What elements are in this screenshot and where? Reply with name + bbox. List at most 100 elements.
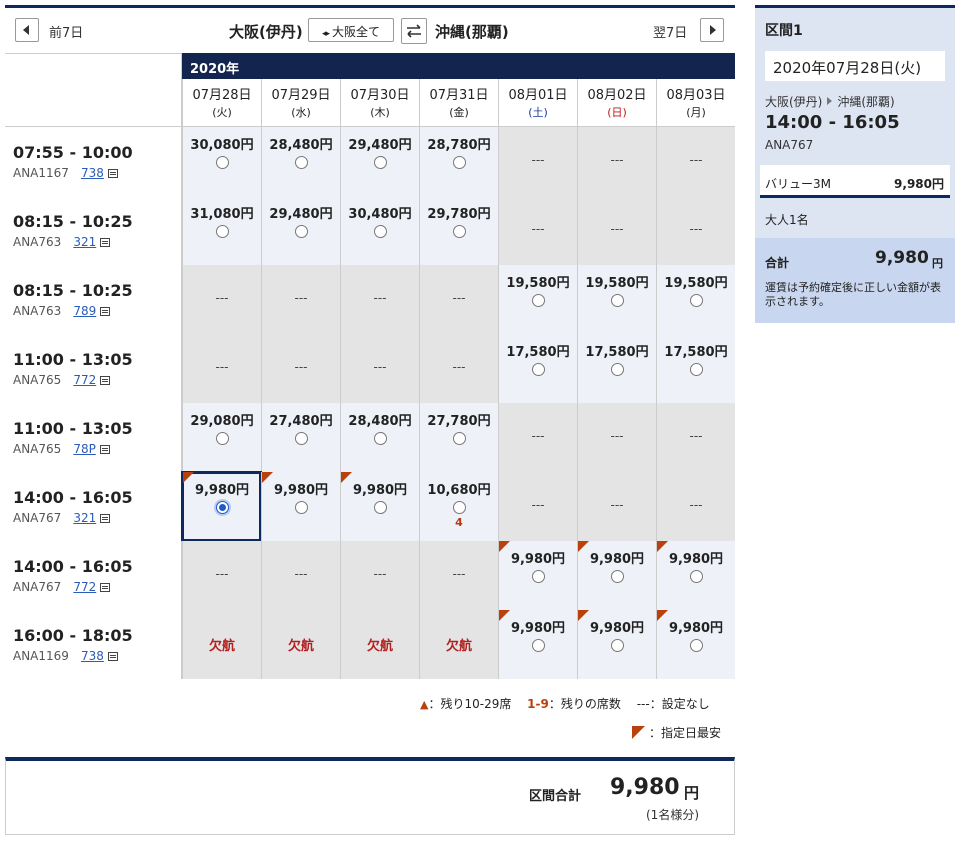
unavailable-cell: ---: [419, 334, 498, 403]
fare-radio[interactable]: [531, 294, 545, 307]
flight-time: 07:55 - 10:00: [13, 143, 133, 162]
fare-cell[interactable]: 10,680円 4: [419, 472, 498, 541]
fare-cell[interactable]: 28,780円: [419, 127, 498, 196]
aircraft-type-link[interactable]: 772: [73, 373, 96, 387]
fare-price: 9,980円: [589, 621, 645, 636]
date-column-header: 07月30日 (木): [340, 79, 419, 127]
aircraft-type-link[interactable]: 738: [81, 166, 104, 180]
fare-cell[interactable]: 9,980円: [181, 471, 262, 542]
fare-radio[interactable]: [215, 225, 229, 238]
chevron-right-icon: [710, 25, 716, 35]
fare-radio[interactable]: [610, 294, 624, 307]
aircraft-type-link[interactable]: 321: [73, 235, 96, 249]
all-osaka-airports-button[interactable]: ◂▸ 大阪全て: [308, 18, 394, 42]
fare-cell[interactable]: 29,780円: [419, 196, 498, 265]
date-column-header: 07月28日 (火): [182, 79, 261, 127]
fare-price: 29,480円: [269, 207, 333, 222]
flight-time: 16:00 - 18:05: [13, 626, 133, 645]
fare-radio[interactable]: [610, 363, 624, 376]
fare-cell[interactable]: 9,980円: [340, 472, 419, 541]
fare-radio[interactable]: [294, 432, 308, 445]
fare-cell[interactable]: 27,480円: [261, 403, 340, 472]
fare-radio[interactable]: [531, 639, 545, 652]
seat-map-icon[interactable]: [100, 307, 111, 316]
fare-cell[interactable]: 9,980円: [656, 610, 735, 679]
next-week-label[interactable]: 翌7日: [653, 22, 687, 41]
fare-radio[interactable]: [373, 501, 387, 514]
seat-map-icon[interactable]: [107, 652, 118, 661]
fare-radio[interactable]: [452, 156, 466, 169]
not-offered-label: ---: [689, 153, 703, 167]
not-offered-label: ---: [531, 429, 545, 443]
fare-radio[interactable]: [373, 225, 387, 238]
fare-cell[interactable]: 30,480円: [340, 196, 419, 265]
fare-cell[interactable]: 29,480円: [261, 196, 340, 265]
seat-map-icon[interactable]: [100, 514, 111, 523]
seat-map-icon[interactable]: [100, 583, 111, 592]
fare-radio[interactable]: [294, 501, 308, 514]
aircraft-type-link[interactable]: 321: [73, 511, 96, 525]
fare-radio[interactable]: [215, 432, 229, 445]
flight-row: 11:00 - 13:05 ANA765 78P 29,080円 27,480円 28,4…: [5, 403, 735, 472]
fare-cell[interactable]: 28,480円: [340, 403, 419, 472]
prev-week-label[interactable]: 前7日: [49, 22, 83, 41]
summary-total-box: 合計 9,980 円 運賃は予約確定後に正しい金額が表示されます。: [755, 238, 955, 323]
fare-cell[interactable]: 9,980円: [577, 541, 656, 610]
fare-cell[interactable]: 17,580円: [577, 334, 656, 403]
seat-map-icon[interactable]: [100, 376, 111, 385]
fare-cell[interactable]: 19,580円: [656, 265, 735, 334]
fare-price: 17,580円: [664, 345, 728, 360]
next-week-button[interactable]: [700, 18, 724, 42]
fare-price: 28,480円: [348, 414, 412, 429]
fare-radio[interactable]: [610, 570, 624, 583]
fare-radio[interactable]: [452, 501, 466, 514]
fare-radio[interactable]: [689, 363, 703, 376]
swap-route-button[interactable]: [401, 18, 427, 44]
fare-radio[interactable]: [531, 363, 545, 376]
fare-radio[interactable]: [373, 432, 387, 445]
fare-cell[interactable]: 9,980円: [656, 541, 735, 610]
fare-cell[interactable]: 27,780円: [419, 403, 498, 472]
seat-map-icon[interactable]: [107, 169, 118, 178]
fare-radio[interactable]: [373, 156, 387, 169]
aircraft-type-link[interactable]: 789: [73, 304, 96, 318]
fare-radio[interactable]: [215, 156, 229, 169]
fare-cell[interactable]: 19,580円: [498, 265, 577, 334]
fare-cell[interactable]: 17,580円: [656, 334, 735, 403]
fare-cell[interactable]: 9,980円: [498, 610, 577, 679]
aircraft-type-link[interactable]: 772: [73, 580, 96, 594]
fare-cell[interactable]: 30,080円: [182, 127, 261, 196]
fare-radio[interactable]: [689, 639, 703, 652]
fare-cell[interactable]: 9,980円: [577, 610, 656, 679]
fare-radio[interactable]: [215, 501, 229, 514]
seat-map-icon[interactable]: [100, 238, 111, 247]
flight-time: 14:00 - 16:05: [13, 488, 133, 507]
cancelled-cell: 欠航: [261, 610, 340, 679]
fare-radio[interactable]: [294, 225, 308, 238]
fare-radio[interactable]: [531, 570, 545, 583]
flight-time: 11:00 - 13:05: [13, 350, 133, 369]
seat-map-icon[interactable]: [99, 445, 110, 454]
fare-radio[interactable]: [610, 639, 624, 652]
fare-cell[interactable]: 19,580円: [577, 265, 656, 334]
not-offered-label: ---: [610, 222, 624, 236]
fare-radio[interactable]: [689, 294, 703, 307]
prev-week-button[interactable]: [15, 18, 39, 42]
flight-row: 14:00 - 16:05 ANA767 772 --- --- --- --- 9,980円…: [5, 541, 735, 610]
fare-radio[interactable]: [452, 432, 466, 445]
fare-cell[interactable]: 17,580円: [498, 334, 577, 403]
aircraft-type-link[interactable]: 738: [81, 649, 104, 663]
fare-cell[interactable]: 29,480円: [340, 127, 419, 196]
cancelled-cell: 欠航: [419, 610, 498, 679]
fare-radio[interactable]: [452, 225, 466, 238]
unavailable-cell: ---: [498, 196, 577, 265]
fare-cell[interactable]: 9,980円: [261, 472, 340, 541]
fare-cell[interactable]: 9,980円: [498, 541, 577, 610]
fare-cell[interactable]: 28,480円: [261, 127, 340, 196]
fare-cell[interactable]: 31,080円: [182, 196, 261, 265]
aircraft-type-link[interactable]: 78P: [73, 442, 96, 456]
weekday-label: (水): [291, 106, 311, 119]
fare-radio[interactable]: [689, 570, 703, 583]
fare-cell[interactable]: 29,080円: [182, 403, 261, 472]
fare-radio[interactable]: [294, 156, 308, 169]
